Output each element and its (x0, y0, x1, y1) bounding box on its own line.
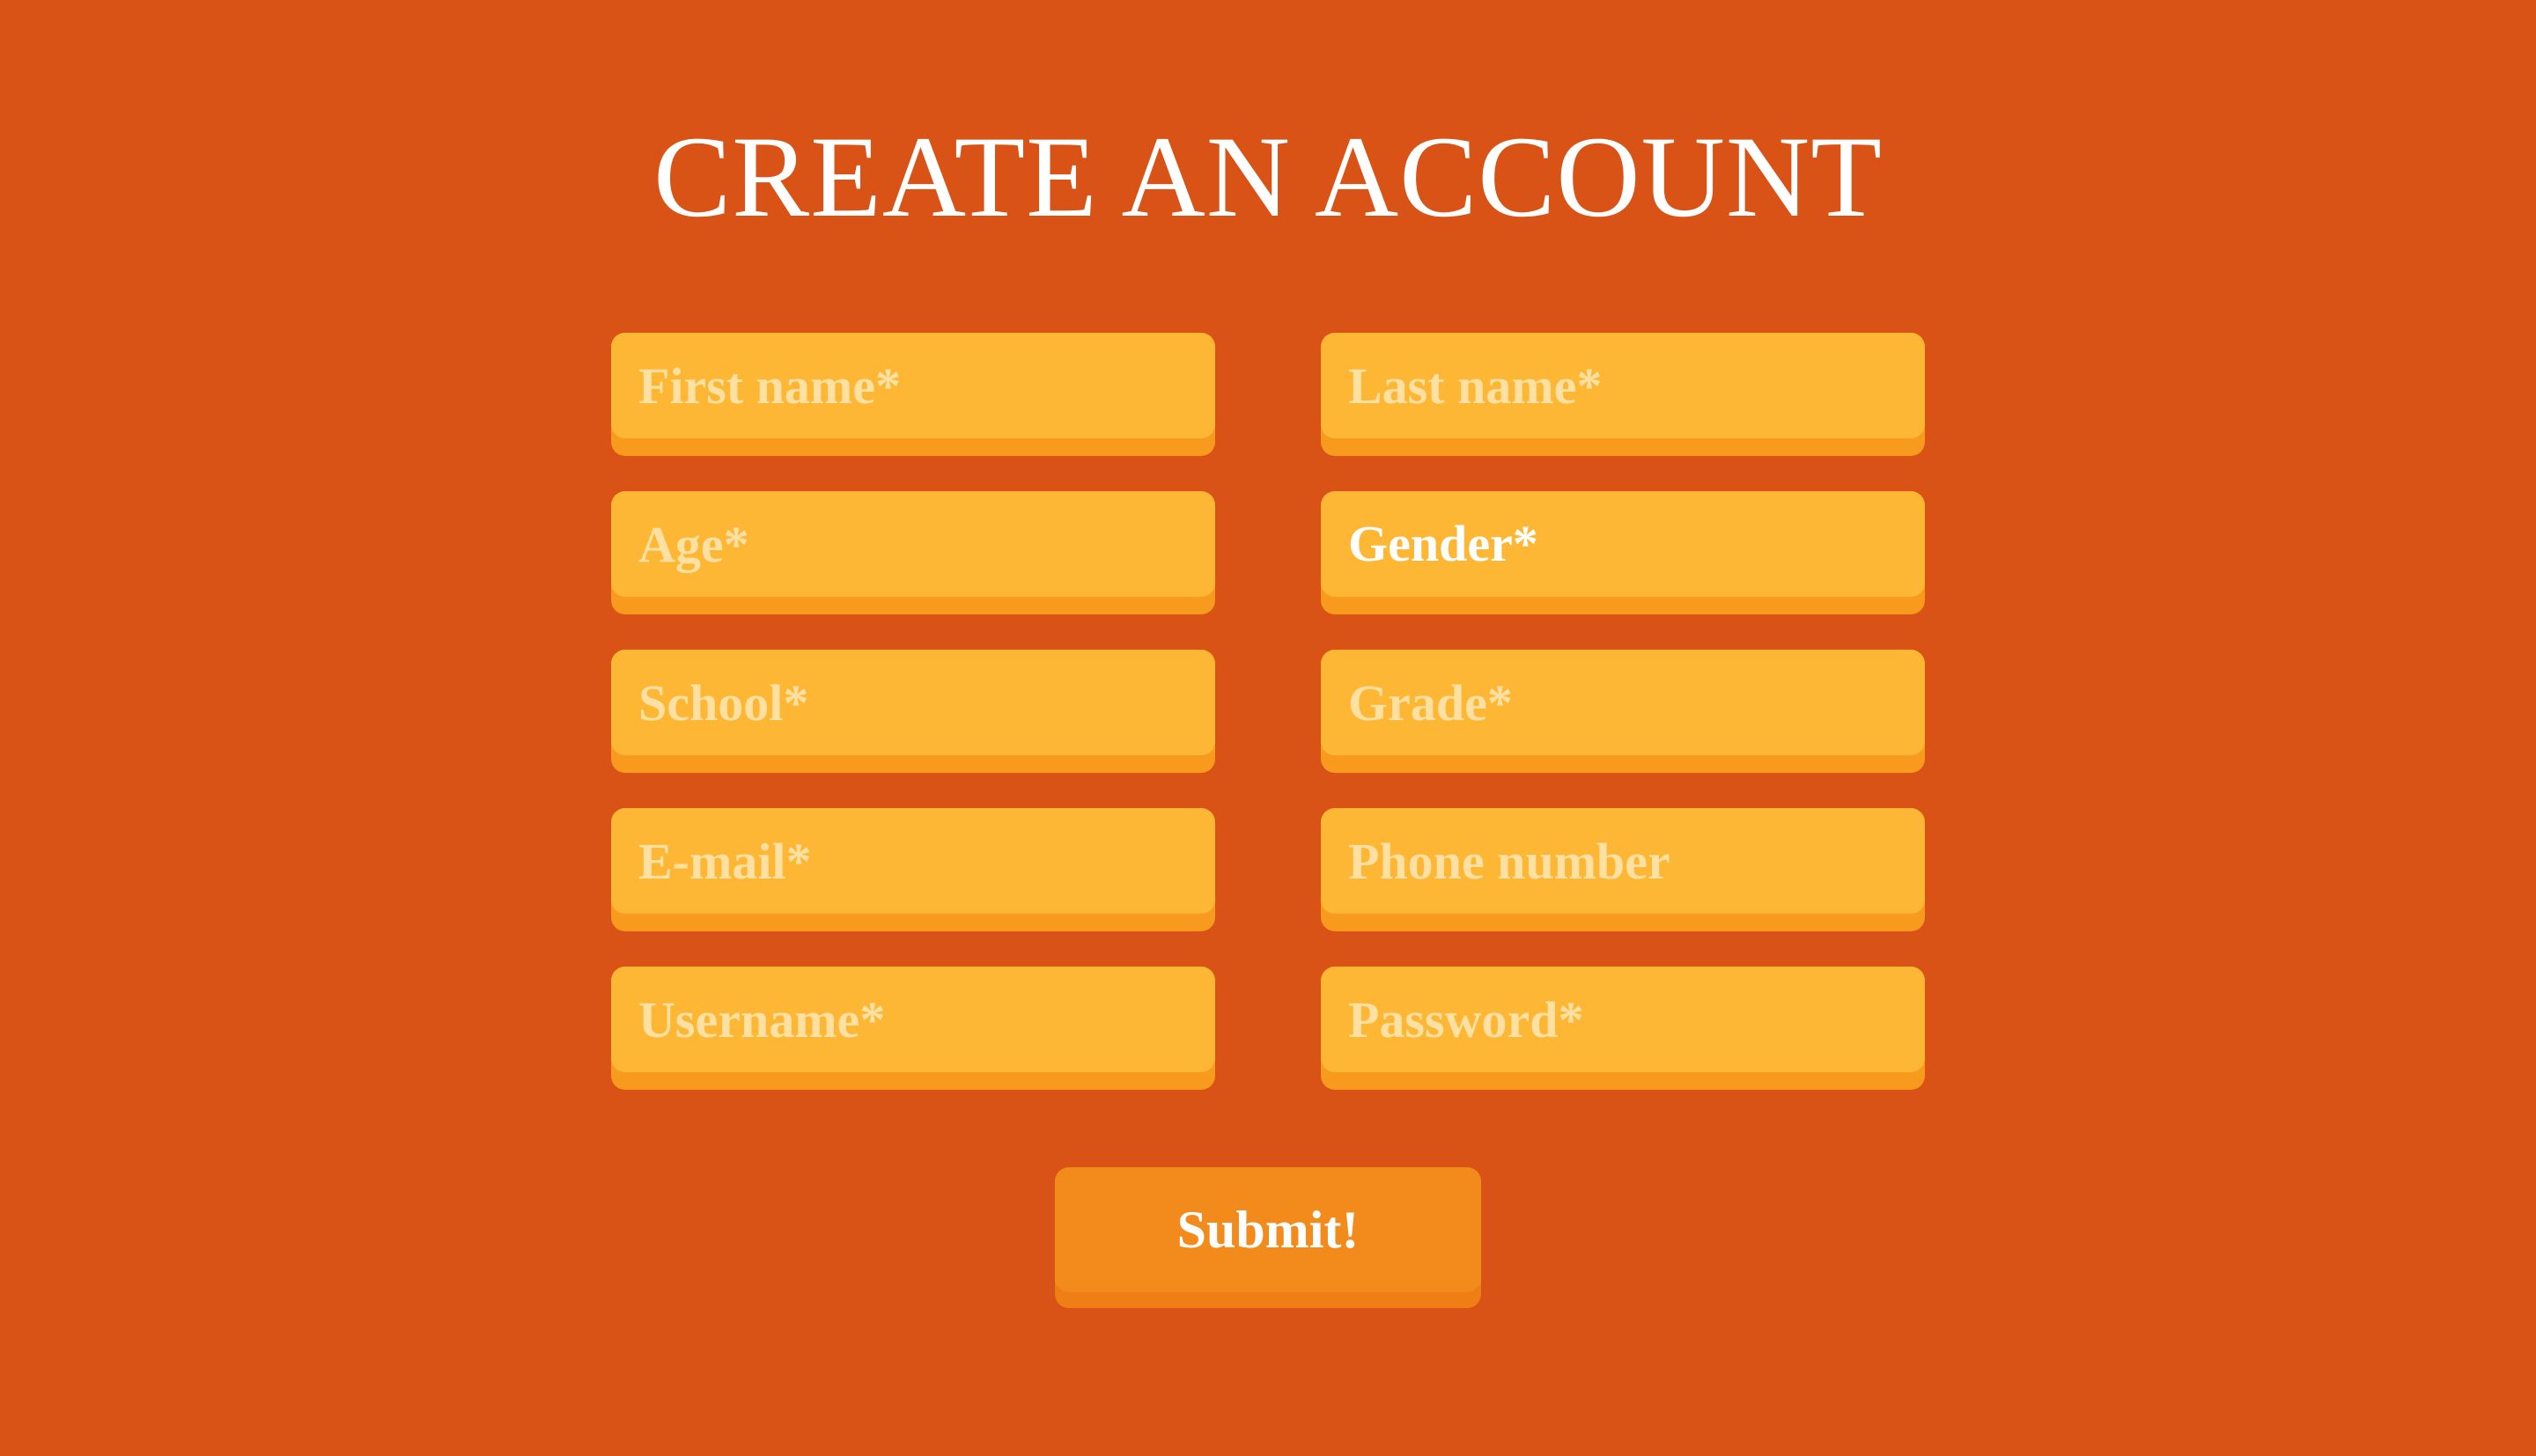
school-input[interactable] (611, 650, 1215, 755)
last-name-input[interactable] (1321, 333, 1925, 438)
submit-button-label: Submit! (1176, 1201, 1360, 1259)
phone-input[interactable] (1321, 808, 1925, 914)
submit-button[interactable]: Submit! (1055, 1167, 1481, 1308)
username-input[interactable] (611, 967, 1215, 1072)
signup-page: CREATE AN ACCOUNT Gender* (0, 0, 2536, 1456)
email-field (611, 808, 1215, 931)
username-field (611, 967, 1215, 1090)
age-input[interactable] (611, 491, 1215, 597)
age-field (611, 491, 1215, 614)
password-input[interactable] (1321, 967, 1925, 1072)
gender-select-value: Gender* (1348, 515, 1538, 572)
last-name-field (1321, 333, 1925, 456)
phone-field (1321, 808, 1925, 931)
first-name-field (611, 333, 1215, 456)
grade-input[interactable] (1321, 650, 1925, 755)
school-field (611, 650, 1215, 773)
password-field (1321, 967, 1925, 1090)
grade-field (1321, 650, 1925, 773)
page-title: CREATE AN ACCOUNT (653, 112, 1883, 241)
gender-select[interactable]: Gender* (1321, 491, 1925, 614)
email-input[interactable] (611, 808, 1215, 914)
first-name-input[interactable] (611, 333, 1215, 438)
